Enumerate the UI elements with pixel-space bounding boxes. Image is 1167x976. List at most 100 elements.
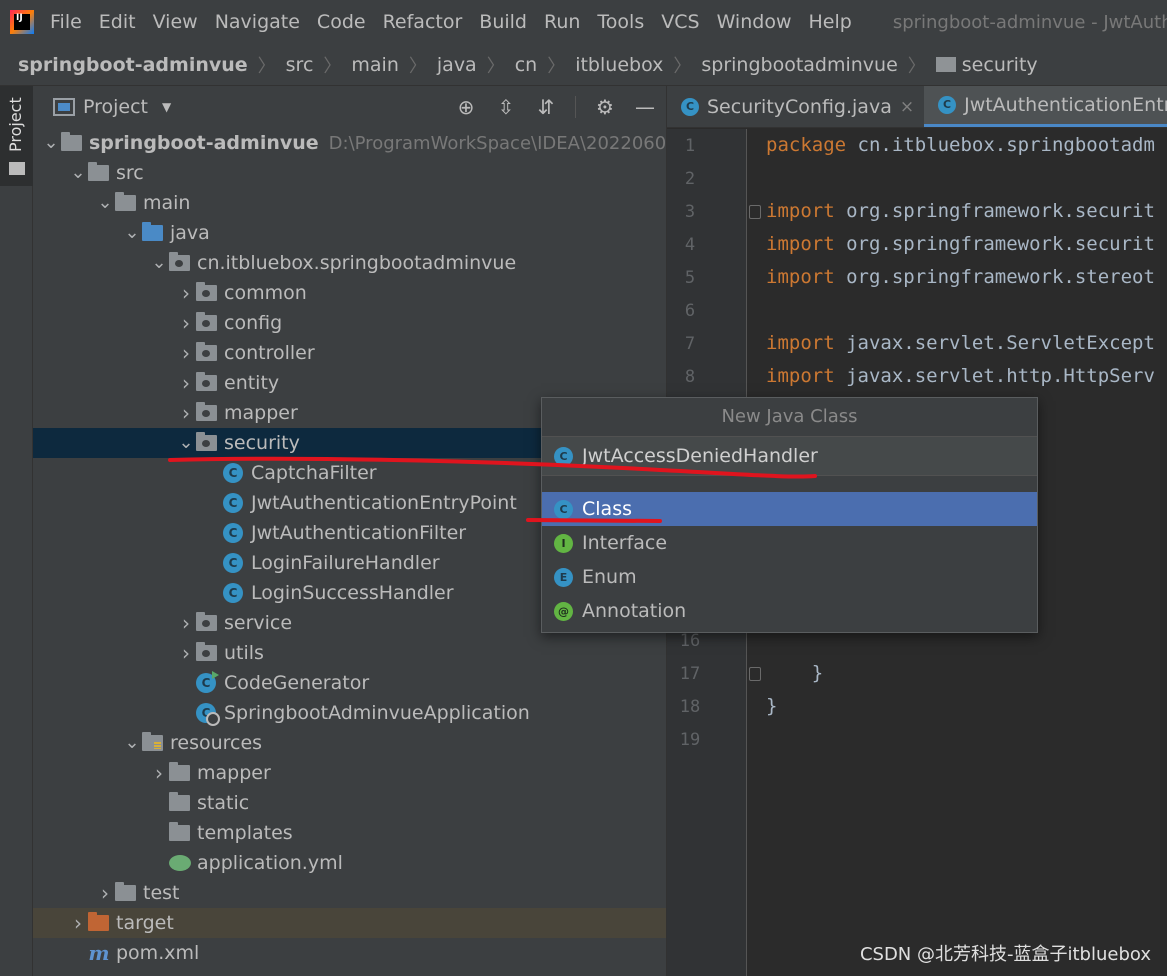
menu-code[interactable]: Code [317, 11, 366, 33]
tree-row[interactable]: › entity [33, 368, 666, 398]
kind-list: C Class I Interface E Enum @ Annotation [542, 492, 1037, 628]
tab-label: SecurityConfig.java [707, 95, 892, 118]
project-panel-title[interactable]: Project [83, 96, 148, 118]
gear-icon[interactable]: ⚙ [594, 95, 616, 119]
crosshair-icon[interactable]: ⊕ [455, 95, 477, 119]
breadcrumb-item[interactable]: security [962, 54, 1038, 76]
fold-icon[interactable] [749, 205, 761, 219]
chevron-down-icon[interactable]: ⌄ [95, 194, 115, 212]
breadcrumb-item[interactable]: cn [515, 54, 538, 76]
tree-item-label: cn.itbluebox.springbootadminvue [197, 252, 517, 274]
editor-tab[interactable]: C JwtAuthenticationEntryPo [924, 86, 1167, 127]
project-tool-label[interactable]: Project [6, 97, 25, 152]
project-panel-header: Project ▼ ⊕ ⇳ ⇵ ⚙ — [33, 86, 666, 128]
kind-option-class[interactable]: C Class [542, 492, 1037, 526]
kind-option-interface[interactable]: I Interface [542, 526, 1037, 560]
class-icon: C [938, 96, 957, 114]
chevron-right-icon[interactable]: › [176, 373, 196, 393]
chevron-down-icon[interactable]: ⌄ [122, 224, 142, 242]
line-number: 3 [684, 202, 696, 222]
menu-help[interactable]: Help [808, 11, 851, 33]
tree-item-label: CaptchaFilter [251, 462, 377, 484]
breadcrumb-item[interactable]: springbootadminvue [701, 54, 897, 76]
chevron-right-icon[interactable]: › [176, 403, 196, 423]
breadcrumb-item[interactable]: springboot-adminvue [18, 54, 248, 76]
chevron-right-icon[interactable]: › [176, 343, 196, 363]
tree-row[interactable]: ⌄ java [33, 218, 666, 248]
tree-item-label: security [224, 432, 300, 454]
breadcrumb-item[interactable]: main [351, 54, 398, 76]
chevron-right-icon[interactable]: › [176, 283, 196, 303]
menu-run[interactable]: Run [544, 11, 580, 33]
kind-option-label: Annotation [582, 600, 687, 622]
kind-option-annotation[interactable]: @ Annotation [542, 594, 1037, 628]
code-token: import [766, 266, 847, 288]
tree-item-label: pom.xml [116, 942, 200, 964]
chevron-right-icon[interactable]: › [149, 763, 169, 783]
tree-row[interactable]: ⌄ main [33, 188, 666, 218]
minimize-icon[interactable]: — [634, 95, 656, 119]
collapse-all-icon[interactable]: ⇵ [535, 95, 557, 119]
expand-all-icon[interactable]: ⇳ [495, 95, 517, 119]
breadcrumb-separator-icon: 〉 [673, 55, 692, 77]
chevron-down-icon[interactable]: ⌄ [68, 164, 88, 182]
menu-tools[interactable]: Tools [597, 11, 644, 33]
menu-window[interactable]: Window [717, 11, 792, 33]
menu-file[interactable]: File [50, 11, 82, 33]
module-icon [61, 132, 82, 151]
line-number: 6 [684, 301, 696, 321]
chevron-right-icon[interactable]: › [95, 883, 115, 903]
menu-build[interactable]: Build [479, 11, 527, 33]
close-icon[interactable]: × [900, 97, 914, 117]
breadcrumb-item[interactable]: src [286, 54, 314, 76]
tree-row[interactable]: ⌄ resources [33, 728, 666, 758]
view-dropdown-icon[interactable]: ▼ [162, 100, 171, 114]
menu-edit[interactable]: Edit [99, 11, 136, 33]
chevron-right-icon[interactable]: › [68, 913, 88, 933]
class-icon: C [223, 583, 243, 603]
tree-row[interactable]: › common [33, 278, 666, 308]
tree-item-label: CodeGenerator [224, 672, 370, 694]
code-token: } [766, 662, 824, 684]
tree-row[interactable]: application.yml [33, 848, 666, 878]
tree-row[interactable]: C SpringbootAdminvueApplication [33, 698, 666, 728]
folder-icon [88, 162, 109, 181]
menu-refactor[interactable]: Refactor [383, 11, 463, 33]
tree-row[interactable]: C CodeGenerator [33, 668, 666, 698]
chevron-down-icon[interactable]: ⌄ [122, 734, 142, 752]
menu-view[interactable]: View [153, 11, 198, 33]
package-icon [196, 342, 217, 361]
tree-row[interactable]: › test [33, 878, 666, 908]
chevron-right-icon[interactable]: › [176, 313, 196, 333]
class-name-value[interactable]: JwtAccessDeniedHandler [582, 445, 818, 467]
tree-row[interactable]: › utils [33, 638, 666, 668]
fold-icon[interactable] [749, 667, 761, 681]
tree-row[interactable]: static [33, 788, 666, 818]
tree-row[interactable]: › config [33, 308, 666, 338]
editor-tab[interactable]: C SecurityConfig.java × [667, 86, 924, 127]
tree-row[interactable]: › controller [33, 338, 666, 368]
menu-vcs[interactable]: VCS [661, 11, 699, 33]
chevron-right-icon[interactable]: › [176, 643, 196, 663]
class-name-input[interactable]: C JwtAccessDeniedHandler [542, 436, 1037, 476]
chevron-down-icon[interactable]: ⌄ [149, 254, 169, 272]
annotation-icon: @ [554, 601, 573, 621]
tree-row[interactable]: ⌄ springboot-adminvue D:\ProgramWorkSpace\… [33, 128, 666, 158]
breadcrumb-item[interactable]: java [437, 54, 477, 76]
menu-navigate[interactable]: Navigate [215, 11, 300, 33]
tree-row[interactable]: › mapper [33, 758, 666, 788]
tree-item-label: application.yml [197, 852, 343, 874]
chevron-down-icon[interactable]: ⌄ [176, 434, 196, 452]
tree-row[interactable]: templates [33, 818, 666, 848]
breadcrumb-separator-icon: 〉 [408, 55, 427, 77]
tree-row[interactable]: ⌄ cn.itbluebox.springbootadminvue [33, 248, 666, 278]
chevron-down-icon[interactable]: ⌄ [41, 134, 61, 152]
chevron-right-icon[interactable]: › [176, 613, 196, 633]
tree-row[interactable]: › target [33, 908, 666, 938]
tree-row[interactable]: ⌄ src [33, 158, 666, 188]
tree-row[interactable]: m pom.xml [33, 938, 666, 968]
package-icon [196, 372, 217, 391]
breadcrumb-item[interactable]: itbluebox [575, 54, 663, 76]
kind-option-enum[interactable]: E Enum [542, 560, 1037, 594]
class-icon: C [223, 463, 243, 483]
